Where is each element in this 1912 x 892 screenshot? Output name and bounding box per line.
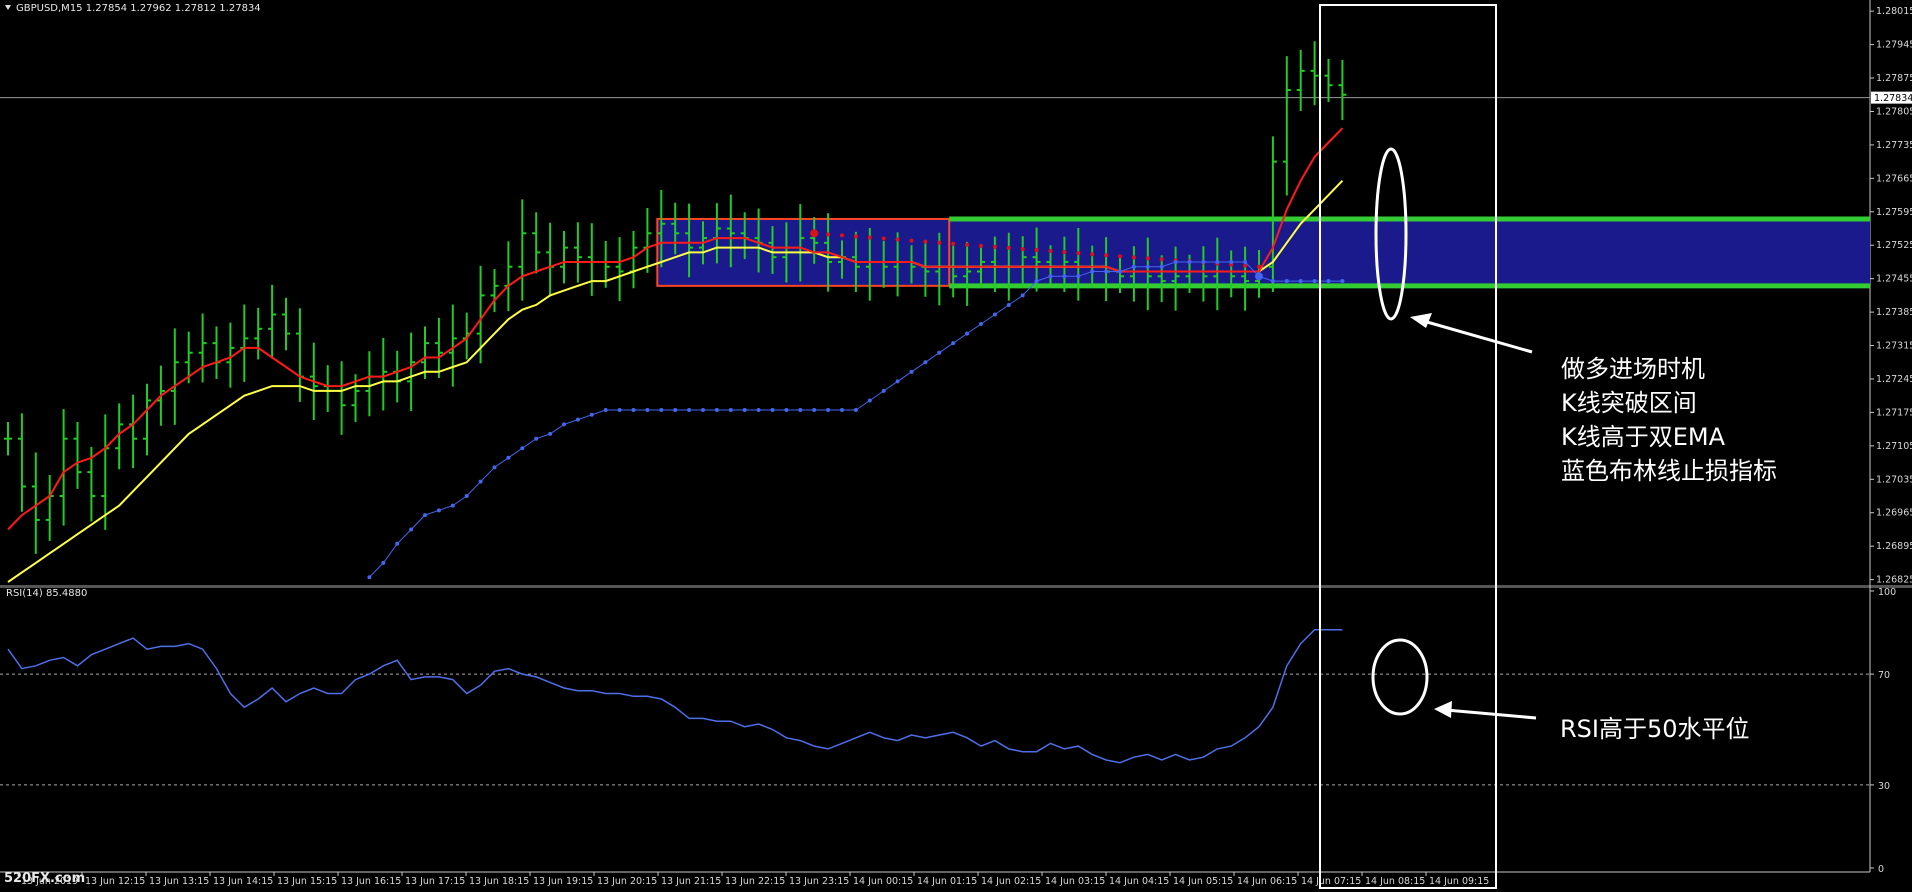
arrow-entry-head xyxy=(1410,313,1432,328)
red-dot xyxy=(826,232,831,237)
time-tick-label: 14 Jun 06:15 xyxy=(1237,876,1297,887)
time-tick-label: 13 Jun 15:15 xyxy=(277,876,337,887)
time-tick-label: 13 Jun 14:15 xyxy=(213,876,273,887)
red-dot xyxy=(895,237,900,242)
time-tick-label: 13 Jun 13:15 xyxy=(149,876,209,887)
time-tick-label: 14 Jun 09:15 xyxy=(1429,876,1489,887)
price-tick-label: 1.28015 xyxy=(1876,6,1912,17)
time-tick-label: 13 Jun 18:15 xyxy=(469,876,529,887)
highlight-frame xyxy=(1319,4,1497,889)
annotation-line: K线突破区间 xyxy=(1561,389,1697,417)
time-tick-label: 14 Jun 01:15 xyxy=(917,876,977,887)
panel-separator xyxy=(0,585,1912,588)
ema-fast-line xyxy=(7,127,1344,531)
price-tick-label: 1.27035 xyxy=(1876,474,1912,485)
annotation-line: K线高于双EMA xyxy=(1561,423,1726,451)
price-tick-label: 1.26895 xyxy=(1876,541,1912,552)
rsi-tick-label: 0 xyxy=(1878,864,1884,875)
price-tick-label: 1.26965 xyxy=(1876,508,1912,519)
watermark: 520FX.com xyxy=(4,871,86,886)
price-tick-label: 1.27175 xyxy=(1876,407,1912,418)
red-dot xyxy=(937,240,942,245)
rsi-tick-label: 70 xyxy=(1878,670,1890,681)
time-tick-label: 13 Jun 17:15 xyxy=(405,876,465,887)
price-tick-label: 1.27245 xyxy=(1876,374,1912,385)
red-dot xyxy=(840,233,844,238)
price-tick-label: 1.27385 xyxy=(1876,307,1912,318)
red-dot xyxy=(1159,257,1164,262)
red-dot xyxy=(1243,263,1248,268)
stop-dot-line xyxy=(369,261,1343,578)
annotation-line: 做多进场时机 xyxy=(1561,355,1705,383)
time-tick-label: 14 Jun 02:15 xyxy=(981,876,1041,887)
red-dot xyxy=(992,244,997,249)
rsi-ellipse xyxy=(1371,638,1429,716)
annotation-line: 蓝色布林线止损指标 xyxy=(1561,457,1777,485)
price-tick-label: 1.27805 xyxy=(1876,106,1912,117)
time-tick-label: 13 Jun 19:15 xyxy=(533,876,593,887)
price-tick-label: 1.27315 xyxy=(1876,341,1912,352)
time-tick-label: 13 Jun 21:15 xyxy=(661,876,721,887)
red-dot xyxy=(965,242,970,247)
entry-annotation: 做多进场时机 K线突破区间 K线高于双EMA 蓝色布林线止损指标 xyxy=(1561,352,1777,488)
price-tick-label: 1.27525 xyxy=(1876,240,1912,251)
red-dot xyxy=(1145,256,1150,261)
price-tick-label: 1.27735 xyxy=(1876,140,1912,151)
arrow-rsi xyxy=(1445,708,1537,720)
time-tick-label: 14 Jun 04:15 xyxy=(1109,876,1169,887)
price-tick-label: 1.27595 xyxy=(1876,207,1912,218)
red-dot xyxy=(951,241,956,246)
red-dot xyxy=(867,235,872,240)
rsi-line xyxy=(7,629,1343,764)
price-tick-label: 1.27665 xyxy=(1876,173,1912,184)
time-tick-label: 14 Jun 05:15 xyxy=(1173,876,1233,887)
red-dot xyxy=(810,229,819,238)
red-dot xyxy=(923,239,928,244)
symbol-header: GBPUSD,M15 1.27854 1.27962 1.27812 1.278… xyxy=(16,3,261,14)
time-tick-label: 13 Jun 23:15 xyxy=(789,876,849,887)
time-tick-label: 14 Jun 03:15 xyxy=(1045,876,1105,887)
red-dot xyxy=(1131,255,1136,260)
menu-triangle-icon[interactable] xyxy=(5,5,11,10)
red-dot xyxy=(1048,249,1053,254)
current-price-label: 1.27834 xyxy=(1874,93,1912,104)
red-dot xyxy=(1006,245,1011,250)
red-dot xyxy=(1104,253,1109,258)
arrow-rsi-head xyxy=(1434,701,1452,718)
range-zone xyxy=(657,218,1870,286)
arrow-entry xyxy=(1419,318,1533,354)
time-tick-label: 14 Jun 07:15 xyxy=(1301,876,1361,887)
red-dot xyxy=(1090,252,1095,257)
price-tick-label: 1.26825 xyxy=(1876,575,1912,586)
rsi-annotation: RSI高于50水平位 xyxy=(1560,715,1750,743)
price-tick-label: 1.27455 xyxy=(1876,274,1912,285)
time-tick-label: 13 Jun 16:15 xyxy=(341,876,401,887)
time-tick-label: 13 Jun 22:15 xyxy=(725,876,785,887)
price-tick-label: 1.27875 xyxy=(1876,73,1912,84)
price-bars xyxy=(4,41,1347,554)
rsi-header: RSI(14) 85.4880 xyxy=(6,588,87,599)
rsi-tick-label: 30 xyxy=(1878,781,1890,792)
red-dot xyxy=(1062,250,1067,255)
red-dot xyxy=(909,238,914,243)
price-tick-label: 1.27105 xyxy=(1876,441,1912,452)
red-dot xyxy=(881,236,886,241)
time-tick-label: 14 Jun 00:15 xyxy=(853,876,913,887)
red-dot xyxy=(1034,248,1039,253)
time-tick-label: 13 Jun 20:15 xyxy=(597,876,657,887)
red-dot xyxy=(1020,246,1025,251)
time-tick-label: 14 Jun 08:15 xyxy=(1365,876,1425,887)
red-dot xyxy=(1076,251,1081,256)
red-dot xyxy=(979,243,983,248)
red-dot xyxy=(853,234,858,239)
price-tick-label: 1.27945 xyxy=(1876,40,1912,51)
red-dot xyxy=(1118,254,1122,259)
time-tick-label: 13 Jun 12:15 xyxy=(85,876,145,887)
rsi-tick-label: 100 xyxy=(1878,587,1896,598)
